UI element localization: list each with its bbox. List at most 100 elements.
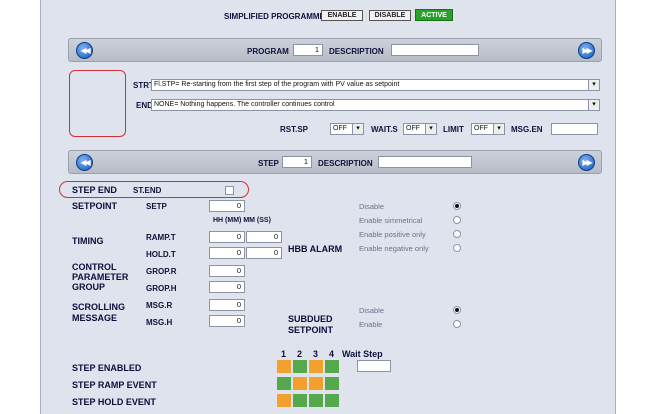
subdued-option-enable: Enable [359,320,383,329]
program-bar: ◀◀ PROGRAM 1 DESCRIPTION ▶▶ [68,38,602,62]
wait-s-value: OFF [406,125,420,132]
event-cell[interactable] [277,360,291,373]
hbb-radio-symmetrical[interactable] [453,216,461,224]
screen: SIMPLIFIED PROGRAMMER ENABLE DISABLE ACT… [0,0,656,414]
rst-sp-label: RST.SP [280,125,309,134]
event-cell[interactable] [325,360,339,373]
start-select[interactable]: Fl.STP= Re-starting from the first step … [151,79,600,91]
hbb-radio-positive[interactable] [453,230,461,238]
wait-step-input[interactable] [357,360,391,372]
chevron-down-icon: ▾ [588,100,599,110]
control-group-label-2: PARAMETER [72,272,129,282]
wait-step-label: Wait Step [342,349,383,359]
hbb-alarm-label: HBB ALARM [288,244,343,254]
setpoint-label: SETPOINT [72,201,118,211]
grop-h-input[interactable]: 0 [209,281,245,293]
fast-forward-icon[interactable]: ▶▶ [578,42,595,59]
hbb-radio-negative[interactable] [453,244,461,252]
fast-forward-icon[interactable]: ▶▶ [578,154,595,171]
event-cell[interactable] [277,377,291,390]
msg-h-code: MSG.H [146,318,173,327]
timing-label: TIMING [72,236,104,246]
event-cell[interactable] [277,394,291,407]
ramp-hh-input[interactable]: 0 [209,231,245,243]
chevron-down-icon: ▾ [493,124,504,134]
rewind-icon[interactable]: ◀◀ [76,154,93,171]
hold-mm-input[interactable]: 0 [246,247,282,259]
event-cell[interactable] [309,394,323,407]
program-description-label: DESCRIPTION [329,47,384,56]
rewind-icon[interactable]: ◀◀ [76,42,93,59]
end-select-value: NONE= Nothing happens. The controller co… [154,101,335,108]
rst-sp-select[interactable]: OFF ▾ [330,123,364,135]
program-number-input[interactable]: 1 [293,44,323,56]
event-cell[interactable] [325,377,339,390]
grop-r-code: GROP.R [146,267,177,276]
step-bar: ◀◀ STEP 1 DESCRIPTION ▶▶ [68,150,602,174]
rst-sp-value: OFF [333,125,347,132]
event-col-4: 4 [329,349,335,359]
hbb-option-disable: Disable [359,202,385,211]
control-group-label-3: GROUP [72,282,106,292]
wait-s-label: WAIT.S [371,125,398,134]
program-description-input[interactable] [391,44,479,56]
event-col-3: 3 [313,349,319,359]
setpoint-code: SETP [146,202,167,211]
ramp-t-code: RAMP.T [146,233,176,242]
scrolling-label-2: MESSAGE [72,313,118,323]
hbb-option-symmetrical: Enable simmetrical [359,216,423,225]
program-label: PROGRAM [247,47,289,56]
subdued-radio-disable[interactable] [453,306,461,314]
end-select[interactable]: NONE= Nothing happens. The controller co… [151,99,600,111]
setpoint-input[interactable]: 0 [209,200,245,212]
programmer-panel: SIMPLIFIED PROGRAMMER ENABLE DISABLE ACT… [40,0,616,414]
panel-title: SIMPLIFIED PROGRAMMER [224,12,331,21]
hbb-radio-disable[interactable] [453,202,461,210]
scrolling-label-1: SCROLLING [72,302,125,312]
ramp-mm-input[interactable]: 0 [246,231,282,243]
event-cell[interactable] [293,377,307,390]
event-cell[interactable] [293,394,307,407]
control-group-label-1: CONTROL [72,262,117,272]
msg-r-code: MSG.R [146,301,173,310]
wait-s-select[interactable]: OFF ▾ [403,123,437,135]
time-format-header: HH (MM) MM (SS) [213,217,271,224]
disable-button[interactable]: DISABLE [369,10,411,21]
highlight-box [69,70,126,137]
event-cell[interactable] [309,360,323,373]
subdued-option-disable: Disable [359,306,385,315]
hold-t-code: HOLD.T [146,250,176,259]
step-label: STEP [258,159,279,168]
hbb-option-negative: Enable negative only [359,244,429,253]
step-enabled-label: STEP ENABLED [72,363,142,373]
step-number-input[interactable]: 1 [282,156,312,168]
active-badge: ACTIVE [415,9,453,21]
step-description-input[interactable] [378,156,472,168]
step-end-code: ST.END [133,186,162,195]
event-cell[interactable] [293,360,307,373]
msg-r-input[interactable]: 0 [209,299,245,311]
chevron-down-icon: ▾ [352,124,363,134]
step-description-label: DESCRIPTION [318,159,373,168]
subdued-radio-enable[interactable] [453,320,461,328]
event-col-2: 2 [297,349,303,359]
subdued-label-1: SUBDUED [288,314,333,324]
enable-button[interactable]: ENABLE [321,10,363,21]
hbb-option-positive: Enable positive only [359,230,426,239]
limit-select[interactable]: OFF ▾ [471,123,505,135]
msg-en-label: MSG.EN [511,125,543,134]
msg-h-input[interactable]: 0 [209,315,245,327]
msg-en-input[interactable] [551,123,598,135]
limit-value: OFF [474,125,488,132]
step-end-checkbox[interactable] [225,186,234,195]
step-ramp-event-label: STEP RAMP EVENT [72,380,157,390]
limit-label: LIMIT [443,125,464,134]
event-cell[interactable] [309,377,323,390]
start-select-value: Fl.STP= Re-starting from the first step … [154,81,400,88]
grop-r-input[interactable]: 0 [209,265,245,277]
step-hold-event-label: STEP HOLD EVENT [72,397,156,407]
hold-hh-input[interactable]: 0 [209,247,245,259]
event-cell[interactable] [325,394,339,407]
subdued-label-2: SETPOINT [288,325,334,335]
event-col-1: 1 [281,349,287,359]
